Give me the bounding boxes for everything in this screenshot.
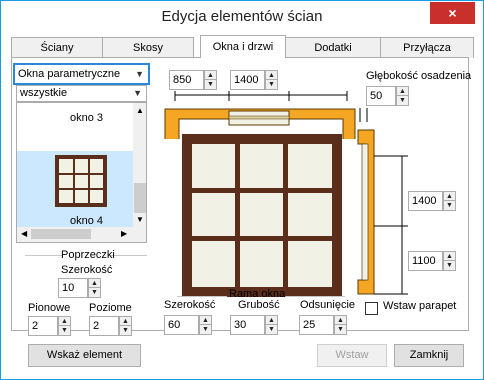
frame-width-label: Szerokość	[164, 299, 216, 311]
window-type-value: Okna parametryczne	[18, 68, 121, 80]
insert-button[interactable]: Wstaw	[317, 344, 387, 367]
sill-height-input[interactable]: 1100	[408, 251, 443, 271]
scroll-thumb-h[interactable]	[31, 229, 91, 239]
list-item-selected[interactable]: okno 4	[17, 151, 133, 227]
frame-thickness-input[interactable]: 30	[230, 315, 265, 335]
sill-height-spinner[interactable]: ▲ ▼	[443, 251, 456, 271]
height-spinner[interactable]: ▲ ▼	[443, 191, 456, 211]
vertical-count-spinner[interactable]: ▲ ▼	[58, 316, 71, 336]
offset-x-input[interactable]: 850	[169, 70, 204, 90]
frame-thickness-spinner[interactable]: ▲ ▼	[265, 315, 278, 335]
plan-view-diagram	[164, 91, 356, 139]
window-list[interactable]: okno 3 okno 4 ▲ ▼ ◀ ▶	[16, 102, 147, 243]
crossbar-width-spinner[interactable]: ▲ ▼	[88, 278, 101, 298]
parapet-label: Wstaw parapet	[383, 300, 457, 312]
tab-additions[interactable]: Dodatki	[285, 37, 381, 58]
list-item-label: okno 4	[70, 215, 104, 227]
tab-windows-doors[interactable]: Okna i drzwi	[200, 35, 286, 58]
vertical-count-input[interactable]: 2	[28, 316, 58, 336]
tab-walls[interactable]: Ściany	[11, 37, 103, 58]
depth-input[interactable]: 50	[366, 86, 396, 106]
frame-thickness-label: Grubość	[238, 299, 280, 311]
crossbars-title: Poprzeczki	[61, 249, 115, 261]
filter-select[interactable]: wszystkie ▼	[16, 85, 147, 102]
group-divider	[177, 296, 227, 297]
horizontal-count-spinner[interactable]: ▲ ▼	[119, 316, 132, 336]
scroll-down-icon[interactable]: ▼	[136, 215, 144, 224]
crossbar-width-label: Szerokość	[61, 264, 113, 276]
side-section-diagram	[357, 108, 408, 295]
window-title: Edycja elementów ścian	[161, 8, 323, 25]
chevron-down-icon: ▼	[135, 69, 144, 79]
chevron-down-icon: ▼	[133, 88, 142, 98]
crossbar-width-input[interactable]: 10	[58, 278, 88, 298]
height-input[interactable]: 1400	[408, 191, 443, 211]
scroll-left-icon[interactable]: ◀	[21, 229, 27, 238]
parapet-checkbox[interactable]	[365, 302, 378, 315]
filter-value: wszystkie	[20, 87, 68, 99]
dialog-window: Edycja elementów ścian × Ściany Skosy Ok…	[0, 0, 484, 380]
group-divider	[285, 296, 345, 297]
width-spinner[interactable]: ▲ ▼	[265, 70, 278, 90]
frame-offset-label: Odsunięcie	[300, 299, 356, 311]
frame-offset-spinner[interactable]: ▲ ▼	[334, 315, 347, 335]
depth-label: Głębokość osadzenia	[366, 70, 472, 82]
group-divider	[25, 255, 63, 256]
vertical-scrollbar[interactable]: ▲ ▼	[133, 103, 146, 227]
frame-width-input[interactable]: 60	[164, 315, 199, 335]
title-bar: Edycja elementów ścian ×	[1, 1, 483, 31]
frame-offset-input[interactable]: 25	[299, 315, 334, 335]
close-icon[interactable]: ×	[430, 2, 475, 24]
horizontal-count-label: Poziome	[89, 302, 132, 314]
tab-slopes[interactable]: Skosy	[102, 37, 194, 58]
group-divider	[111, 255, 147, 256]
list-item[interactable]: okno 3	[17, 103, 133, 151]
window-type-select[interactable]: Okna parametryczne ▼	[13, 63, 150, 85]
tab-connections[interactable]: Przyłącza	[380, 37, 474, 58]
list-item-label: okno 3	[70, 112, 104, 124]
offset-x-spinner[interactable]: ▲ ▼	[204, 70, 217, 90]
width-input[interactable]: 1400	[230, 70, 265, 90]
scroll-right-icon[interactable]: ▶	[121, 229, 127, 238]
scroll-up-icon[interactable]: ▲	[136, 106, 144, 115]
close-button[interactable]: Zamknij	[394, 344, 464, 367]
horizontal-scrollbar[interactable]: ◀ ▶	[17, 227, 146, 242]
depth-spinner[interactable]: ▲ ▼	[396, 86, 409, 106]
scroll-thumb[interactable]	[134, 183, 146, 213]
frame-width-spinner[interactable]: ▲ ▼	[199, 315, 212, 335]
pick-element-button[interactable]: Wskaż element	[28, 344, 141, 367]
window-elevation-preview	[182, 134, 342, 297]
vertical-count-label: Pionowe	[28, 302, 71, 314]
horizontal-count-input[interactable]: 2	[89, 316, 119, 336]
window-thumbnail	[55, 155, 107, 207]
